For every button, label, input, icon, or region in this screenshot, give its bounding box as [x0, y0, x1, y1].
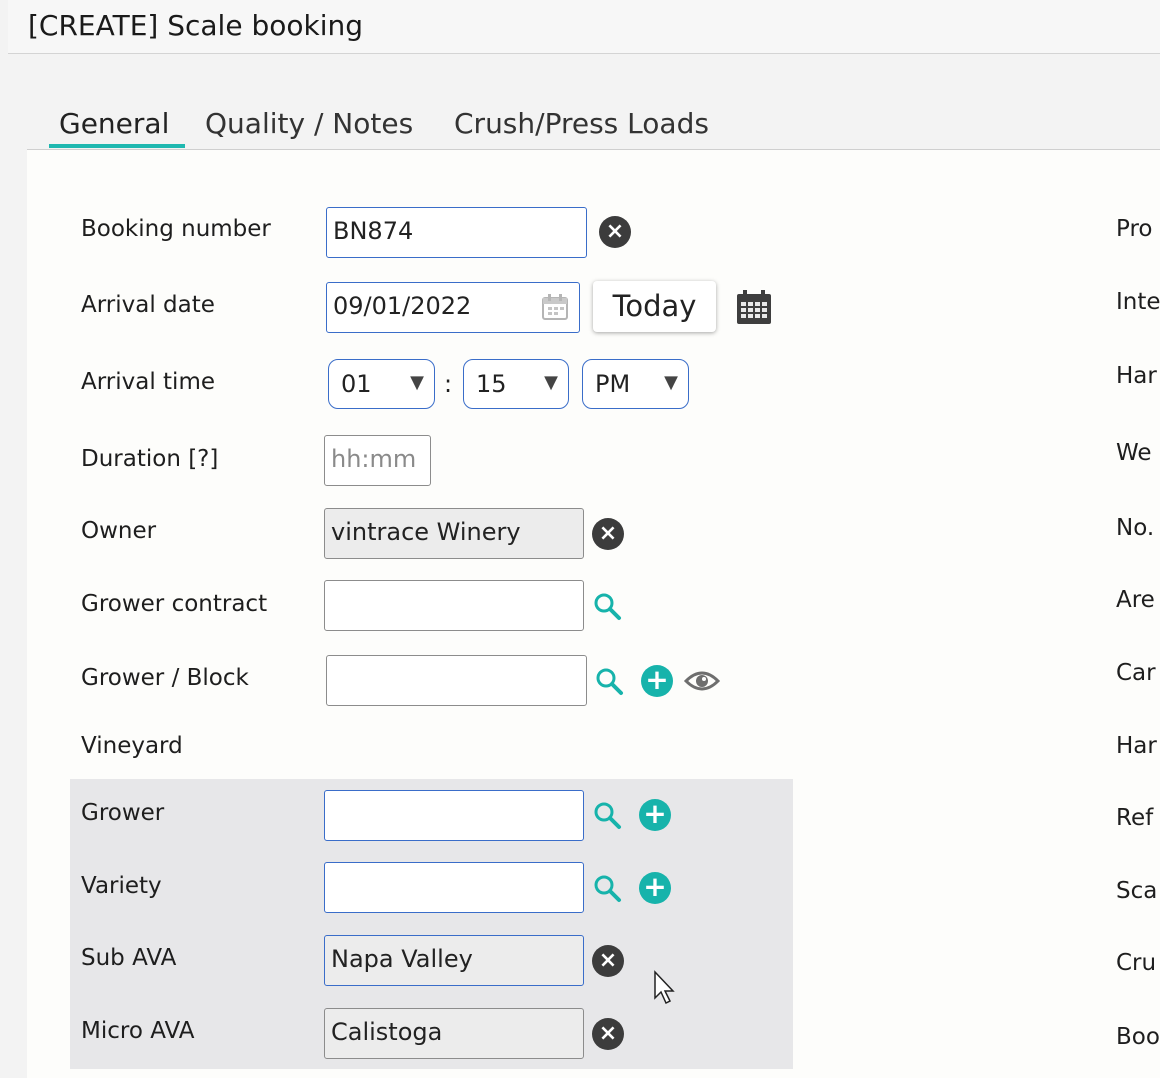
calendar-icon[interactable]	[736, 290, 772, 326]
right-field-label: Har	[1116, 363, 1157, 389]
window-title: [CREATE] Scale booking	[28, 9, 364, 42]
arrival-minute-select[interactable]: 15 ▼	[463, 359, 569, 409]
vineyard-grower-label: Grower	[81, 800, 165, 826]
right-field-label: Car	[1116, 660, 1156, 686]
arrival-ampm-select[interactable]: PM ▼	[582, 359, 689, 409]
calendar-small-icon[interactable]	[541, 293, 569, 321]
right-field-label: No.	[1116, 515, 1155, 541]
variety-label: Variety	[81, 873, 162, 899]
arrival-time-label: Arrival time	[81, 369, 216, 395]
sub-ava-label: Sub AVA	[81, 945, 177, 971]
chevron-down-icon: ▼	[544, 372, 558, 393]
micro-ava-input[interactable]: Calistoga	[324, 1008, 584, 1059]
add-grower-block-icon[interactable]: +	[641, 665, 673, 697]
right-field-label: Sca	[1116, 878, 1158, 904]
variety-input[interactable]	[324, 862, 584, 913]
chevron-down-icon: ▼	[410, 372, 424, 393]
grower-block-label: Grower / Block	[81, 665, 249, 691]
arrival-hour-select[interactable]: 01 ▼	[328, 359, 435, 409]
owner-label: Owner	[81, 518, 157, 544]
tab-crush-press-loads[interactable]: Crush/Press Loads	[454, 107, 709, 140]
right-field-label: Are	[1116, 587, 1155, 613]
arrival-minute-value: 15	[476, 370, 507, 398]
search-icon[interactable]	[592, 800, 622, 830]
today-button[interactable]: Today	[593, 281, 716, 332]
grower-contract-input[interactable]	[324, 580, 584, 631]
clear-micro-ava-icon[interactable]: ×	[592, 1018, 624, 1050]
vineyard-grower-input[interactable]	[324, 790, 584, 841]
search-icon[interactable]	[592, 873, 622, 903]
active-tab-indicator	[49, 144, 185, 148]
search-icon[interactable]	[594, 666, 624, 696]
right-field-label: Ref	[1116, 805, 1154, 831]
booking-number-input[interactable]: BN874	[326, 207, 587, 258]
mouse-cursor-icon	[654, 970, 675, 1005]
tab-general[interactable]: General	[59, 107, 169, 140]
micro-ava-label: Micro AVA	[81, 1018, 195, 1044]
duration-input[interactable]: hh:mm	[324, 435, 431, 486]
clear-sub-ava-icon[interactable]: ×	[592, 945, 624, 977]
clear-owner-icon[interactable]: ×	[592, 518, 624, 550]
tab-quality-notes[interactable]: Quality / Notes	[205, 107, 413, 140]
booking-number-label: Booking number	[81, 216, 271, 242]
add-variety-icon[interactable]: +	[639, 872, 671, 904]
time-separator: :	[444, 370, 453, 398]
duration-label: Duration [?]	[81, 446, 219, 472]
right-field-label: Cru	[1116, 950, 1157, 976]
grower-block-input[interactable]	[326, 655, 587, 706]
right-field-label: Pro	[1116, 216, 1153, 242]
arrival-hour-value: 01	[341, 370, 372, 398]
title-bar: [CREATE] Scale booking	[8, 0, 1160, 54]
arrival-ampm-value: PM	[595, 370, 631, 398]
vineyard-label: Vineyard	[81, 733, 183, 759]
right-field-label: Boo	[1116, 1024, 1160, 1050]
add-grower-icon[interactable]: +	[639, 799, 671, 831]
sub-ava-input[interactable]: Napa Valley	[324, 935, 584, 986]
grower-contract-label: Grower contract	[81, 591, 268, 617]
chevron-down-icon: ▼	[664, 372, 678, 393]
owner-input[interactable]: vintrace Winery	[324, 508, 584, 559]
right-field-label: Har	[1116, 733, 1157, 759]
eye-icon[interactable]	[684, 667, 720, 695]
search-icon[interactable]	[592, 591, 622, 621]
right-field-label: Inte	[1116, 289, 1160, 315]
arrival-date-label: Arrival date	[81, 292, 215, 318]
right-field-label: We	[1116, 440, 1152, 466]
tab-bar: General Quality / Notes Crush/Press Load…	[27, 99, 1160, 150]
clear-booking-number-icon[interactable]: ×	[599, 216, 631, 248]
